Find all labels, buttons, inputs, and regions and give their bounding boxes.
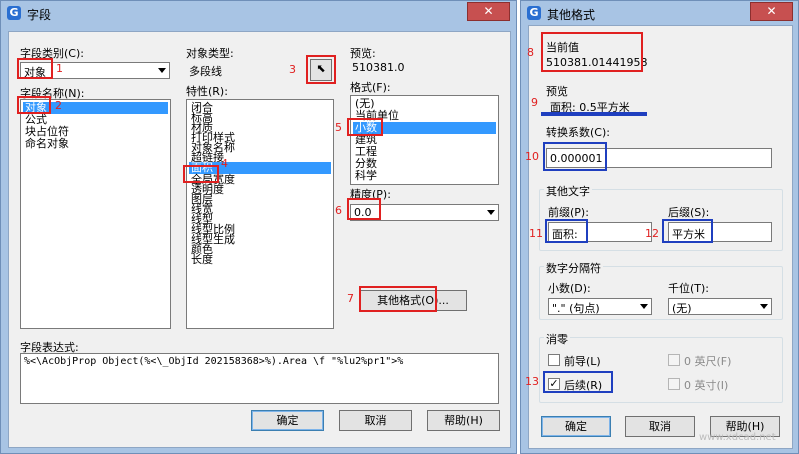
inches-label: 0 英寸(I) xyxy=(684,379,729,392)
format-list[interactable]: (无) 当前单位 小数 建筑 工程 分数 科学 xyxy=(350,95,499,185)
field-name-list[interactable]: 对象 公式 块占位符 命名对象 xyxy=(20,99,171,329)
app-logo-icon: G xyxy=(527,6,541,20)
title-bar[interactable]: G 其他格式 ✕ xyxy=(521,1,798,27)
object-type-label: 对象类型: xyxy=(186,47,234,60)
annotation-number-9: 9 xyxy=(531,96,538,109)
chevron-down-icon xyxy=(487,210,495,215)
cancel-button[interactable]: 取消 xyxy=(625,416,695,437)
list-item[interactable]: 长度 xyxy=(189,254,331,266)
prefix-label: 前缀(P): xyxy=(548,206,589,219)
conversion-label: 转换系数(C): xyxy=(546,126,610,139)
zero-suppress-group xyxy=(539,337,783,403)
annotation-box-10 xyxy=(543,142,607,171)
annotation-number-4: 4 xyxy=(221,157,228,170)
annotation-number-5: 5 xyxy=(335,121,342,134)
expression-value: %<\AcObjProp Object(%<\_ObjId 202158368>… xyxy=(24,356,404,367)
thousands-select[interactable]: (无) xyxy=(668,298,772,315)
ok-button[interactable]: 确定 xyxy=(251,410,324,431)
decimal-value: "." (句点) xyxy=(552,302,600,315)
annotation-box-4 xyxy=(183,165,219,183)
preview-value: 510381.0 xyxy=(352,61,405,74)
decimal-select[interactable]: "." (句点) xyxy=(548,298,652,315)
annotation-number-6: 6 xyxy=(335,204,342,217)
leading-checkbox[interactable] xyxy=(548,354,560,366)
list-item[interactable]: 命名对象 xyxy=(23,138,168,150)
annotation-box-1 xyxy=(17,58,53,79)
expression-field[interactable]: %<\AcObjProp Object(%<\_ObjId 202158368>… xyxy=(20,353,499,404)
annotation-box-2 xyxy=(17,96,51,114)
zero-suppress-group-label: 消零 xyxy=(544,331,570,347)
annotation-box-11 xyxy=(545,219,588,243)
close-button[interactable]: ✕ xyxy=(750,2,793,21)
inches-checkbox[interactable] xyxy=(668,378,680,390)
annotation-box-7 xyxy=(359,286,437,312)
chevron-down-icon xyxy=(158,68,166,73)
annotation-number-7: 7 xyxy=(347,292,354,305)
preview-label: 预览: xyxy=(350,47,376,60)
separator-group-label: 数字分隔符 xyxy=(544,260,603,276)
list-item[interactable]: 科学 xyxy=(353,170,496,182)
chevron-down-icon xyxy=(760,304,768,309)
cancel-button[interactable]: 取消 xyxy=(339,410,412,431)
format-label: 格式(F): xyxy=(350,81,391,94)
thousands-label: 千位(T): xyxy=(668,282,710,295)
close-button[interactable]: ✕ xyxy=(467,2,510,21)
annotation-number-3: 3 xyxy=(289,63,296,76)
chevron-down-icon xyxy=(640,304,648,309)
annotation-number-2: 2 xyxy=(55,99,62,112)
dialog-client: 字段类别(C): 对象 字段名称(N): 对象 公式 块占位符 命名对象 对象类… xyxy=(8,31,511,448)
app-logo-icon: G xyxy=(7,6,21,20)
preview-label: 预览 xyxy=(546,85,568,98)
object-type-value: 多段线 xyxy=(189,65,222,78)
other-text-group-label: 其他文字 xyxy=(544,183,592,199)
property-list[interactable]: 闭合 标高 材质 打印样式 对象名称 超链接 面积 全局宽度 透明度 图层 线宽… xyxy=(186,99,334,329)
annotation-box-5 xyxy=(347,118,383,136)
help-button[interactable]: 帮助(H) xyxy=(427,410,500,431)
annotation-number-8: 8 xyxy=(527,46,534,59)
thousands-value: (无) xyxy=(672,302,692,315)
dialog-title: 其他格式 xyxy=(547,8,596,22)
ok-button[interactable]: 确定 xyxy=(541,416,611,437)
annotation-number-13: 13 xyxy=(525,375,539,388)
watermark: www.xdcad.net xyxy=(699,432,776,443)
feet-label: 0 英尺(F) xyxy=(684,355,732,368)
annotation-underline-9 xyxy=(541,112,647,116)
title-bar[interactable]: G 字段 ✕ xyxy=(1,1,516,27)
property-label: 特性(R): xyxy=(186,85,228,98)
annotation-box-6 xyxy=(347,198,381,220)
feet-checkbox[interactable] xyxy=(668,354,680,366)
field-dialog: G 字段 ✕ 字段类别(C): 对象 字段名称(N): 对象 公式 块占位符 命… xyxy=(0,0,517,454)
annotation-box-8 xyxy=(541,32,643,72)
dialog-title: 字段 xyxy=(27,8,52,22)
annotation-box-3 xyxy=(306,55,336,84)
annotation-box-13 xyxy=(543,371,613,393)
annotation-number-11: 11 xyxy=(529,227,543,240)
annotation-number-10: 10 xyxy=(525,150,539,163)
leading-label: 前导(L) xyxy=(564,355,601,368)
suffix-label: 后缀(S): xyxy=(668,206,710,219)
annotation-number-1: 1 xyxy=(56,62,63,75)
annotation-box-12 xyxy=(662,219,713,243)
annotation-number-12: 12 xyxy=(645,227,659,240)
decimal-label: 小数(D): xyxy=(548,282,591,295)
